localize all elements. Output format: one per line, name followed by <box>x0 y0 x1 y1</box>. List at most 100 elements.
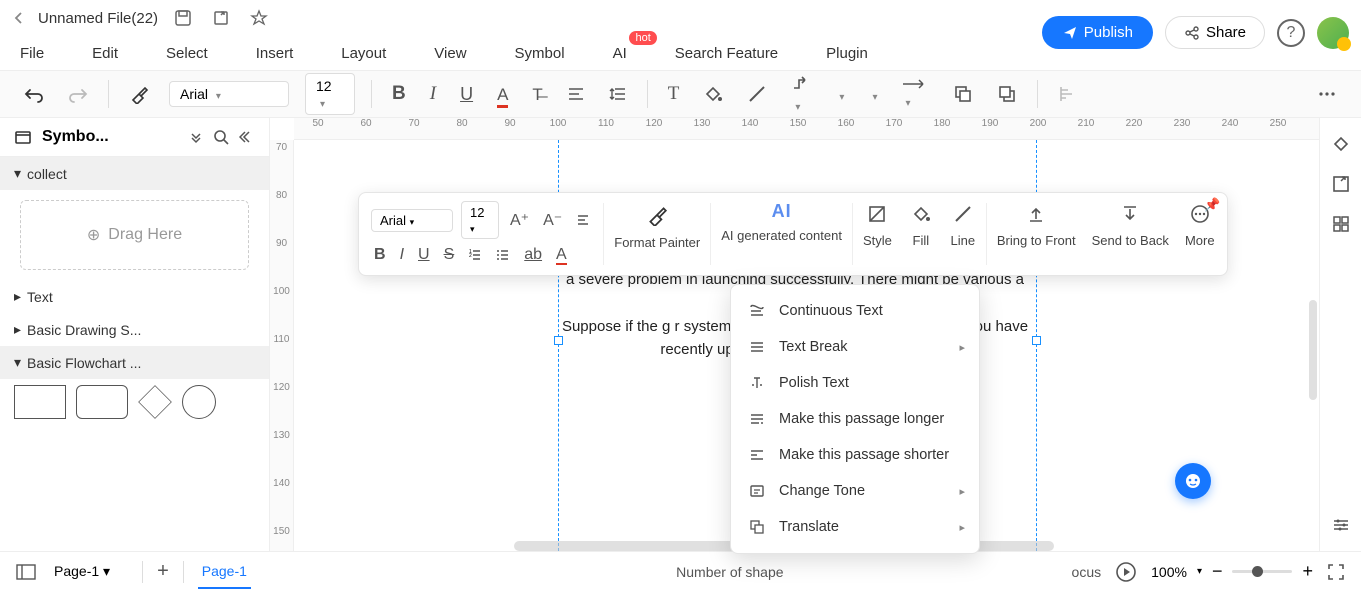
add-page-button[interactable]: + <box>157 560 169 583</box>
line-tool-icon[interactable] <box>743 80 771 108</box>
text-tool-icon[interactable]: T <box>664 79 684 109</box>
library-icon[interactable] <box>14 128 32 146</box>
shape-rounded-rect[interactable] <box>76 385 128 419</box>
format-painter-icon[interactable] <box>643 201 671 229</box>
line-solid-icon[interactable]: ▾ <box>831 80 848 109</box>
zoom-in-button[interactable]: + <box>1302 561 1313 582</box>
shape-diamond[interactable] <box>138 385 172 419</box>
export-icon[interactable] <box>208 5 234 31</box>
menu-symbol[interactable]: Symbol <box>515 45 565 62</box>
help-icon[interactable]: ? <box>1277 19 1305 47</box>
format-painter-icon[interactable] <box>125 80 153 108</box>
strike-icon[interactable]: S <box>441 243 458 267</box>
share-button[interactable]: Share <box>1165 16 1265 49</box>
menu-select[interactable]: Select <box>166 45 208 62</box>
shape-circle[interactable] <box>182 385 216 419</box>
distribute-icon[interactable] <box>1054 80 1082 108</box>
text-style-icon[interactable]: T̶ <box>528 80 546 109</box>
connector-icon[interactable]: ▾ <box>787 70 815 119</box>
shape-rectangle[interactable] <box>14 385 66 419</box>
menu-insert[interactable]: Insert <box>256 45 294 62</box>
ctx-change-tone[interactable]: Change Tone ▸ <box>731 473 979 509</box>
decrease-font-icon[interactable]: A⁻ <box>540 207 565 233</box>
underline-icon[interactable]: U <box>456 80 477 109</box>
align-icon[interactable] <box>573 210 593 230</box>
zoom-slider[interactable] <box>1232 570 1292 573</box>
drag-here-zone[interactable]: ⊕ Drag Here <box>20 200 249 270</box>
numbered-list-icon[interactable]: 12 <box>465 245 485 265</box>
back-icon[interactable] <box>12 11 26 25</box>
settings-panel-icon[interactable] <box>1331 515 1351 535</box>
bring-front-icon[interactable] <box>1023 201 1049 227</box>
menu-edit[interactable]: Edit <box>92 45 118 62</box>
ctx-continuous-text[interactable]: Continuous Text <box>731 293 979 329</box>
grid-panel-icon[interactable] <box>1331 214 1351 234</box>
save-icon[interactable] <box>170 5 196 31</box>
menu-plugin[interactable]: Plugin <box>826 45 868 62</box>
export-panel-icon[interactable] <box>1331 174 1351 194</box>
fill-icon[interactable] <box>908 201 934 227</box>
float-font-select[interactable]: Arial ▾ <box>371 209 453 232</box>
ctx-make-shorter[interactable]: Make this passage shorter <box>731 437 979 473</box>
outline-icon[interactable] <box>16 564 36 580</box>
zoom-out-button[interactable]: − <box>1212 561 1223 582</box>
layer-front-icon[interactable] <box>993 80 1021 108</box>
menu-file[interactable]: File <box>20 45 44 62</box>
font-family-select[interactable]: Arial ▾ <box>169 81 289 107</box>
fill-icon[interactable] <box>699 80 727 108</box>
underline-icon[interactable]: U <box>415 243 433 267</box>
redo-icon[interactable] <box>64 80 92 108</box>
font-color-icon[interactable]: A <box>553 243 570 267</box>
font-size-select[interactable]: 12 ▾ <box>305 73 355 115</box>
page-dropdown[interactable]: Page-1 ▾ <box>50 559 128 584</box>
ctx-text-break[interactable]: Text Break ▸ <box>731 329 979 365</box>
star-icon[interactable] <box>246 5 272 31</box>
ctx-make-longer[interactable]: Make this passage longer <box>731 401 979 437</box>
chevron-down-icon[interactable]: ▾ <box>1197 566 1202 577</box>
vertical-scrollbar[interactable] <box>1309 300 1317 400</box>
bold-icon[interactable]: B <box>388 79 410 109</box>
text-case-icon[interactable]: ab <box>521 243 545 267</box>
italic-icon[interactable]: I <box>397 243 407 267</box>
collapse-sidebar-icon[interactable] <box>239 129 255 145</box>
menu-layout[interactable]: Layout <box>341 45 386 62</box>
layer-back-icon[interactable] <box>949 80 977 108</box>
more-icon[interactable] <box>1313 80 1341 108</box>
float-size-select[interactable]: 12 ▾ <box>461 201 499 239</box>
fill-panel-icon[interactable] <box>1331 134 1351 154</box>
selection-handle-right[interactable] <box>1032 336 1041 345</box>
increase-font-icon[interactable]: A⁺ <box>507 207 532 233</box>
double-chevron-down-icon[interactable] <box>189 130 203 144</box>
sidebar-section-drawing[interactable]: ▸ Basic Drawing S... <box>0 313 269 346</box>
arrow-style-icon[interactable]: ▾ <box>897 74 933 115</box>
align-icon[interactable] <box>563 81 589 107</box>
send-back-icon[interactable] <box>1117 201 1143 227</box>
sidebar-section-collect[interactable]: ▾ collect <box>0 157 269 190</box>
zoom-value[interactable]: 100% <box>1151 564 1187 580</box>
sidebar-section-text[interactable]: ▸ Text <box>0 280 269 313</box>
fullscreen-icon[interactable] <box>1327 563 1345 581</box>
user-avatar[interactable] <box>1317 17 1349 49</box>
bullet-list-icon[interactable] <box>493 245 513 265</box>
style-icon[interactable] <box>864 201 890 227</box>
play-icon[interactable] <box>1115 561 1137 583</box>
line-icon[interactable] <box>950 201 976 227</box>
search-icon[interactable] <box>213 129 229 145</box>
menu-view[interactable]: View <box>434 45 466 62</box>
font-color-icon[interactable]: A <box>493 80 512 109</box>
line-dash-icon[interactable]: ▾ <box>864 80 881 109</box>
menu-ai[interactable]: AI hot <box>613 45 627 62</box>
undo-icon[interactable] <box>20 80 48 108</box>
menu-search-feature[interactable]: Search Feature <box>675 45 778 62</box>
ai-icon[interactable]: AI <box>772 201 792 222</box>
bold-icon[interactable]: B <box>371 243 389 267</box>
ai-assistant-button[interactable] <box>1175 463 1211 499</box>
pin-icon[interactable]: 📌 <box>1204 197 1220 213</box>
line-spacing-icon[interactable] <box>605 81 631 107</box>
page-tab[interactable]: Page-1 <box>198 555 251 589</box>
publish-button[interactable]: Publish <box>1042 16 1153 49</box>
italic-icon[interactable]: I <box>426 79 440 109</box>
ctx-polish-text[interactable]: Polish Text <box>731 365 979 401</box>
ctx-translate[interactable]: Translate ▸ <box>731 509 979 545</box>
sidebar-section-flowchart[interactable]: ▾ Basic Flowchart ... <box>0 346 269 379</box>
